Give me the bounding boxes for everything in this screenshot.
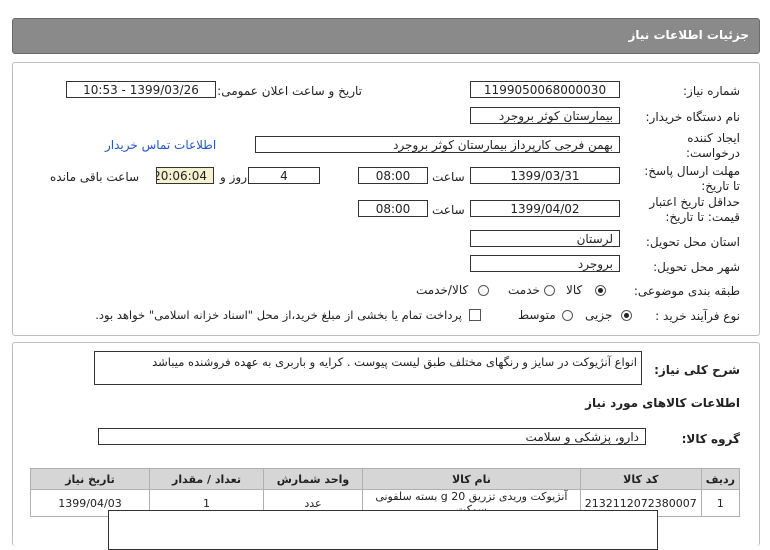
category-radio-service[interactable] <box>544 285 555 296</box>
deadline-label-2: تا تاریخ: <box>701 179 740 193</box>
process-radio-minor[interactable] <box>621 310 632 321</box>
goods-section-title: اطلاعات کالاهای مورد نیاز <box>585 396 740 410</box>
col-name: نام کالا <box>362 468 581 490</box>
announce-field: 1399/03/26 - 10:53 <box>66 81 216 98</box>
deadline-time-field: 08:00 <box>358 167 428 184</box>
col-date: تاریخ نیاز <box>30 468 150 490</box>
buyer-org-field: بیمارستان کوثر بروجرد <box>470 107 620 124</box>
process-label: نوع فرآیند خرید : <box>655 309 740 323</box>
deadline-time-label: ساعت <box>432 170 465 184</box>
need-number-field: 1199050068000030 <box>470 81 620 98</box>
announce-label: تاریخ و ساعت اعلان عمومی: <box>217 84 362 98</box>
col-code: کد کالا <box>579 468 702 490</box>
treasury-payment-checkbox[interactable] <box>469 309 481 321</box>
cell-row: 1 <box>700 489 741 517</box>
description-text: انواع آنژیوکت در سایز و رنگهای مختلف طبق… <box>152 355 637 369</box>
creator-label-2: درخواست: <box>686 146 740 160</box>
col-qty: تعداد / مقدار <box>149 468 264 490</box>
validity-label-2: قیمت: تا تاریخ: <box>665 210 740 224</box>
col-unit: واحد شمارش <box>263 468 363 490</box>
deadline-label-1: مهلت ارسال پاسخ: <box>644 164 740 178</box>
buyer-org-label: نام دستگاه خریدار: <box>645 110 741 124</box>
category-radio-goods[interactable] <box>595 285 606 296</box>
page-header: جزئیات اطلاعات نیاز <box>12 18 760 54</box>
description-label: شرح کلی نیاز: <box>654 363 740 377</box>
validity-date-field: 1399/04/02 <box>470 200 620 217</box>
buyer-contact-link[interactable]: اطلاعات تماس خریدار <box>105 138 216 152</box>
validity-label-1: حداقل تاریخ اعتبار <box>649 195 740 209</box>
goods-group-label: گروه کالا: <box>681 432 740 446</box>
need-number-label: شماره نیاز: <box>683 84 740 98</box>
remaining-time-field: 20:06:04 <box>156 167 214 184</box>
category-option-goods: کالا <box>566 283 583 297</box>
treasury-payment-note: پرداخت تمام یا بخشی از مبلغ خرید،از محل … <box>95 308 462 322</box>
city-field: بروجرد <box>470 255 620 272</box>
city-label: شهر محل تحویل: <box>653 260 740 274</box>
process-option-medium: متوسط <box>518 308 556 322</box>
validity-time-field: 08:00 <box>358 200 428 217</box>
creator-label-1: ایجاد کننده <box>687 131 740 145</box>
page-title: جزئیات اطلاعات نیاز <box>628 28 749 42</box>
description-box: انواع آنژیوکت در سایز و رنگهای مختلف طبق… <box>94 351 642 385</box>
creator-field: بهمن فرجی کارپرداز بیمارستان کوثر بروجرد <box>255 136 620 153</box>
category-option-both: کالا/خدمت <box>416 283 469 297</box>
category-option-service: خدمت <box>508 283 540 297</box>
days-count-field: 4 <box>248 167 320 184</box>
process-option-minor: جزیی <box>585 308 613 322</box>
goods-table-header: ردیف کد کالا نام کالا واحد شمارش تعداد /… <box>30 468 741 490</box>
validity-time-label: ساعت <box>432 203 465 217</box>
remaining-label: ساعت باقی مانده <box>50 170 140 184</box>
bottom-box <box>108 510 658 550</box>
process-radio-medium[interactable] <box>562 310 573 321</box>
deadline-date-field: 1399/03/31 <box>470 167 620 184</box>
category-label: طبقه بندی موضوعی: <box>633 284 740 298</box>
province-field: لرستان <box>470 230 620 247</box>
category-radio-both[interactable] <box>478 285 489 296</box>
day-and-label: روز و <box>220 170 247 184</box>
goods-group-field: دارو، پزشکی و سلامت <box>98 428 646 445</box>
col-row: ردیف <box>700 468 741 490</box>
province-label: استان محل تحویل: <box>645 235 740 249</box>
